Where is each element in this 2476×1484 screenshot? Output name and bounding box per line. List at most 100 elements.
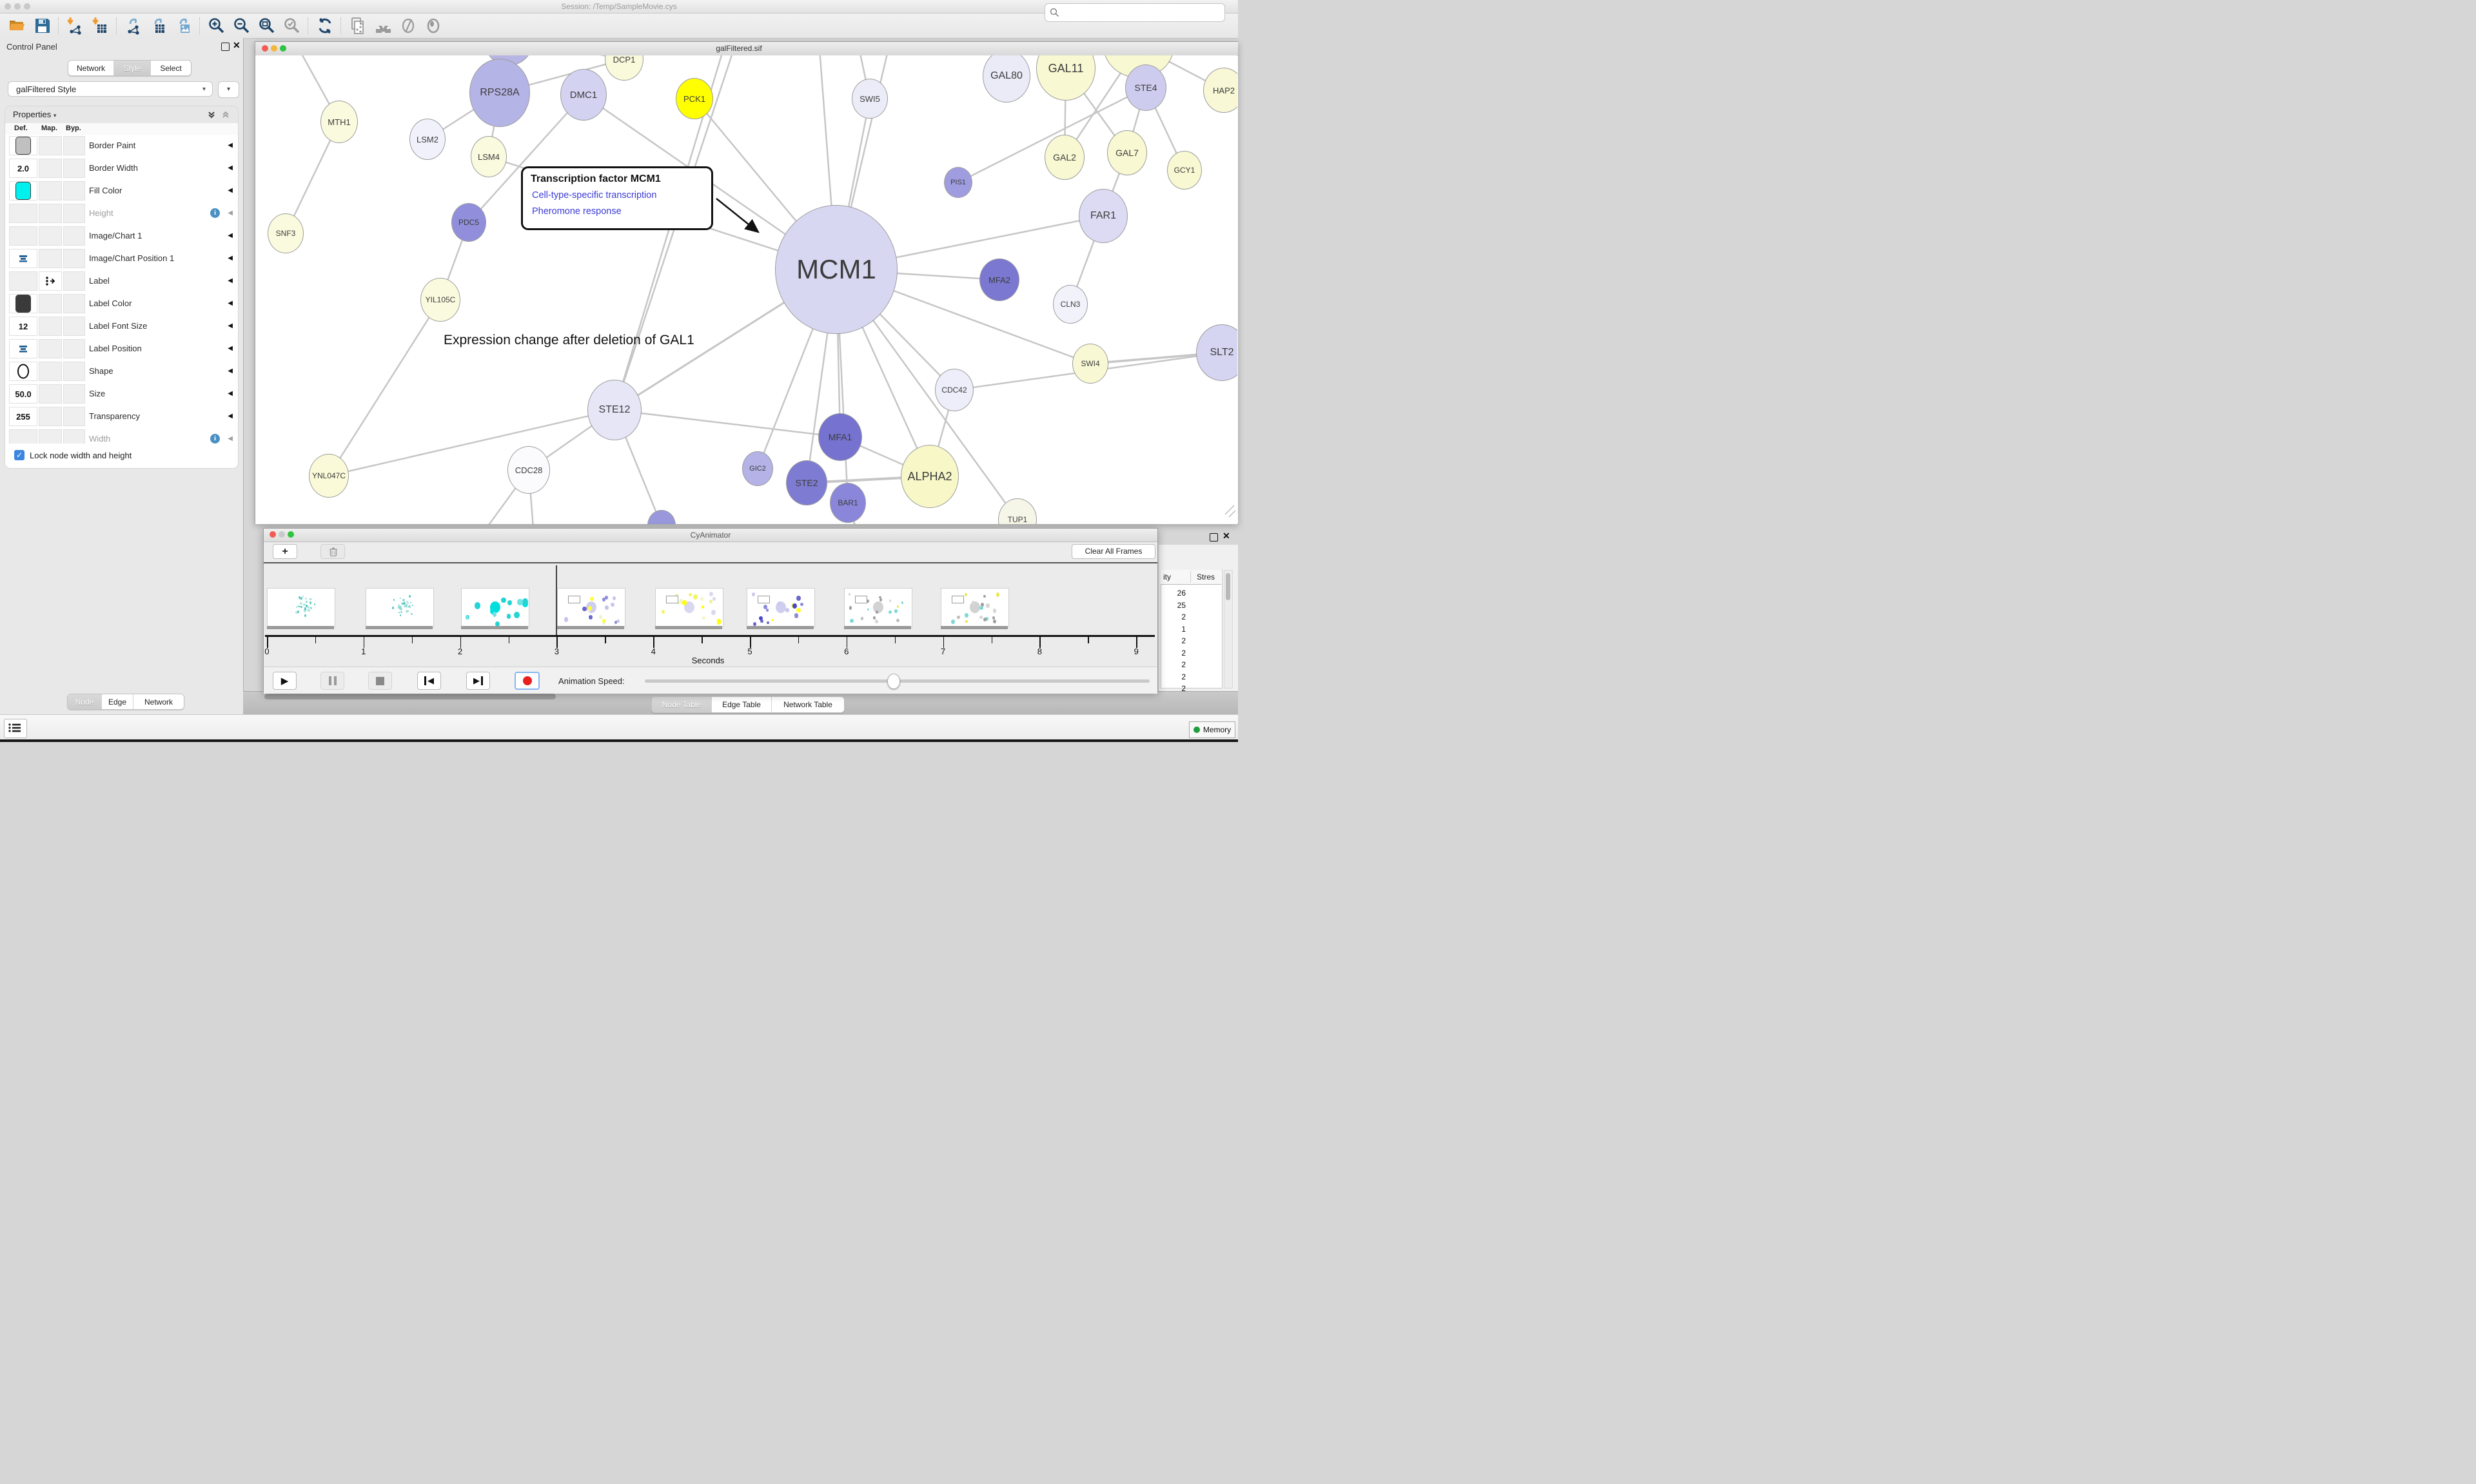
expand-row-icon[interactable]: ◀ — [228, 300, 233, 307]
tab-network-table[interactable]: Network Table — [772, 697, 844, 712]
refresh-icon[interactable] — [315, 16, 335, 35]
property-byp-cell[interactable] — [63, 407, 85, 426]
expand-row-icon[interactable]: ◀ — [228, 187, 233, 194]
timeline-playhead[interactable] — [556, 565, 557, 636]
property-map-cell[interactable] — [39, 339, 62, 358]
property-def-cell[interactable] — [9, 181, 37, 200]
table-cell-value[interactable]: 2 — [1154, 636, 1186, 645]
network-node-mcm1[interactable]: MCM1 — [775, 205, 898, 334]
pause-button[interactable] — [320, 672, 344, 690]
import-network-icon[interactable] — [66, 16, 85, 35]
network-node-rps28a[interactable]: RPS28A — [469, 59, 530, 127]
network-node-pdc5[interactable]: PDC5 — [451, 203, 486, 242]
tab-edge[interactable]: Edge — [102, 694, 133, 709]
property-map-cell[interactable] — [39, 204, 62, 223]
network-node-bar1[interactable]: BAR1 — [830, 483, 866, 523]
network-node-ste12[interactable]: STE12 — [587, 380, 642, 440]
table-cell-value[interactable]: 2 — [1154, 672, 1186, 681]
search-box[interactable] — [1045, 3, 1225, 22]
property-map-cell[interactable] — [39, 136, 62, 155]
property-byp-cell[interactable] — [63, 384, 85, 404]
expand-row-icon[interactable]: ◀ — [228, 255, 233, 262]
animation-frame-1[interactable] — [366, 588, 434, 627]
clone-view-icon[interactable] — [348, 16, 368, 35]
property-row-transparency[interactable]: 255Transparency◀ — [5, 405, 238, 429]
float-table-icon[interactable] — [1210, 533, 1218, 542]
hide-glyph-icon[interactable] — [398, 16, 418, 35]
property-def-cell[interactable]: 255 — [9, 407, 37, 426]
table-cell-value[interactable]: 26 — [1154, 589, 1186, 598]
animation-frame-2[interactable] — [461, 588, 529, 627]
zoom-out-icon[interactable] — [232, 16, 251, 35]
tab-edge-table[interactable]: Edge Table — [712, 697, 772, 712]
export-network-icon[interactable] — [124, 16, 143, 35]
save-icon[interactable] — [33, 16, 52, 35]
clear-all-frames-button[interactable]: Clear All Frames — [1072, 544, 1155, 559]
zoom-fit-icon[interactable] — [257, 16, 277, 35]
animation-frame-3[interactable] — [557, 588, 625, 627]
zoom-selected-icon[interactable] — [282, 16, 302, 35]
property-def-cell[interactable] — [9, 294, 37, 313]
table-cell-value[interactable]: 1 — [1154, 625, 1186, 634]
export-table-icon[interactable] — [149, 16, 168, 35]
property-def-cell[interactable] — [9, 362, 37, 381]
import-table-icon[interactable] — [91, 16, 110, 35]
property-byp-cell[interactable] — [63, 362, 85, 381]
animation-frame-5[interactable] — [747, 588, 815, 627]
property-map-cell[interactable] — [39, 407, 62, 426]
annotation-link[interactable]: Pheromone response — [532, 206, 622, 217]
property-map-cell[interactable] — [39, 226, 62, 246]
property-map-cell[interactable] — [39, 317, 62, 336]
expand-row-icon[interactable]: ◀ — [228, 435, 233, 442]
table-cell-value[interactable]: 2 — [1154, 649, 1186, 658]
property-row-fill-color[interactable]: Fill Color◀ — [5, 180, 238, 203]
binoculars-icon[interactable] — [373, 16, 393, 35]
property-map-cell[interactable] — [39, 159, 62, 178]
info-icon[interactable]: i — [210, 434, 220, 444]
style-selector[interactable]: galFiltered Style ▾ — [8, 81, 213, 97]
property-row-border-paint[interactable]: Border Paint◀ — [5, 135, 238, 158]
property-map-cell[interactable] — [39, 294, 62, 313]
property-row-label-color[interactable]: Label Color◀ — [5, 293, 238, 316]
expand-row-icon[interactable]: ◀ — [228, 345, 233, 352]
property-row-border-width[interactable]: 2.0Border Width◀ — [5, 157, 238, 181]
open-folder-icon[interactable] — [8, 16, 27, 35]
expand-row-icon[interactable]: ◀ — [228, 322, 233, 329]
annotation-box[interactable]: Transcription factor MCM1 Cell-type-spec… — [521, 166, 713, 230]
network-node-swi5[interactable]: SWI5 — [852, 79, 888, 119]
zoom-in-icon[interactable] — [207, 16, 226, 35]
property-byp-cell[interactable] — [63, 249, 85, 268]
table-cell-value[interactable]: 2 — [1154, 612, 1186, 621]
annotation-link[interactable]: Cell-type-specific transcription — [532, 190, 656, 200]
network-node-cdc42[interactable]: CDC42 — [935, 369, 974, 411]
network-node-cdc28[interactable]: CDC28 — [507, 446, 550, 494]
property-byp-cell[interactable] — [63, 294, 85, 313]
property-def-cell[interactable] — [9, 271, 37, 291]
network-node-ste2[interactable]: STE2 — [786, 460, 827, 505]
animation-speed-thumb[interactable] — [887, 674, 900, 689]
network-node-cln3[interactable]: CLN3 — [1053, 285, 1088, 324]
network-node-snf3[interactable]: SNF3 — [268, 213, 304, 253]
skip-start-button[interactable]: ◀ — [417, 672, 441, 690]
table-cell-value[interactable]: 2 — [1154, 684, 1186, 693]
delete-frame-button[interactable] — [320, 544, 345, 559]
network-node-yil105c[interactable]: YIL105C — [420, 278, 460, 322]
network-edge[interactable] — [614, 410, 840, 437]
animation-frame-0[interactable] — [267, 588, 335, 627]
tab-network[interactable]: Network — [133, 694, 184, 709]
property-row-label-position[interactable]: Label Position◀ — [5, 338, 238, 361]
cyanimator-titlebar[interactable]: CyAnimator — [264, 529, 1157, 542]
network-node-mfa1[interactable]: MFA1 — [818, 413, 862, 461]
property-byp-cell[interactable] — [63, 339, 85, 358]
minimize-network-light[interactable] — [271, 45, 277, 52]
expand-row-icon[interactable]: ◀ — [228, 232, 233, 239]
property-byp-cell[interactable] — [63, 136, 85, 155]
tab-select[interactable]: Select — [151, 61, 191, 75]
table-horizontal-scrollbar[interactable] — [264, 694, 556, 699]
animation-frame-7[interactable] — [941, 588, 1009, 627]
property-def-cell[interactable]: 50.0 — [9, 384, 37, 404]
tab-node[interactable]: Node — [68, 694, 102, 709]
expand-all-icon[interactable] — [207, 110, 216, 119]
expand-row-icon[interactable]: ◀ — [228, 164, 233, 171]
property-byp-cell[interactable] — [63, 181, 85, 200]
